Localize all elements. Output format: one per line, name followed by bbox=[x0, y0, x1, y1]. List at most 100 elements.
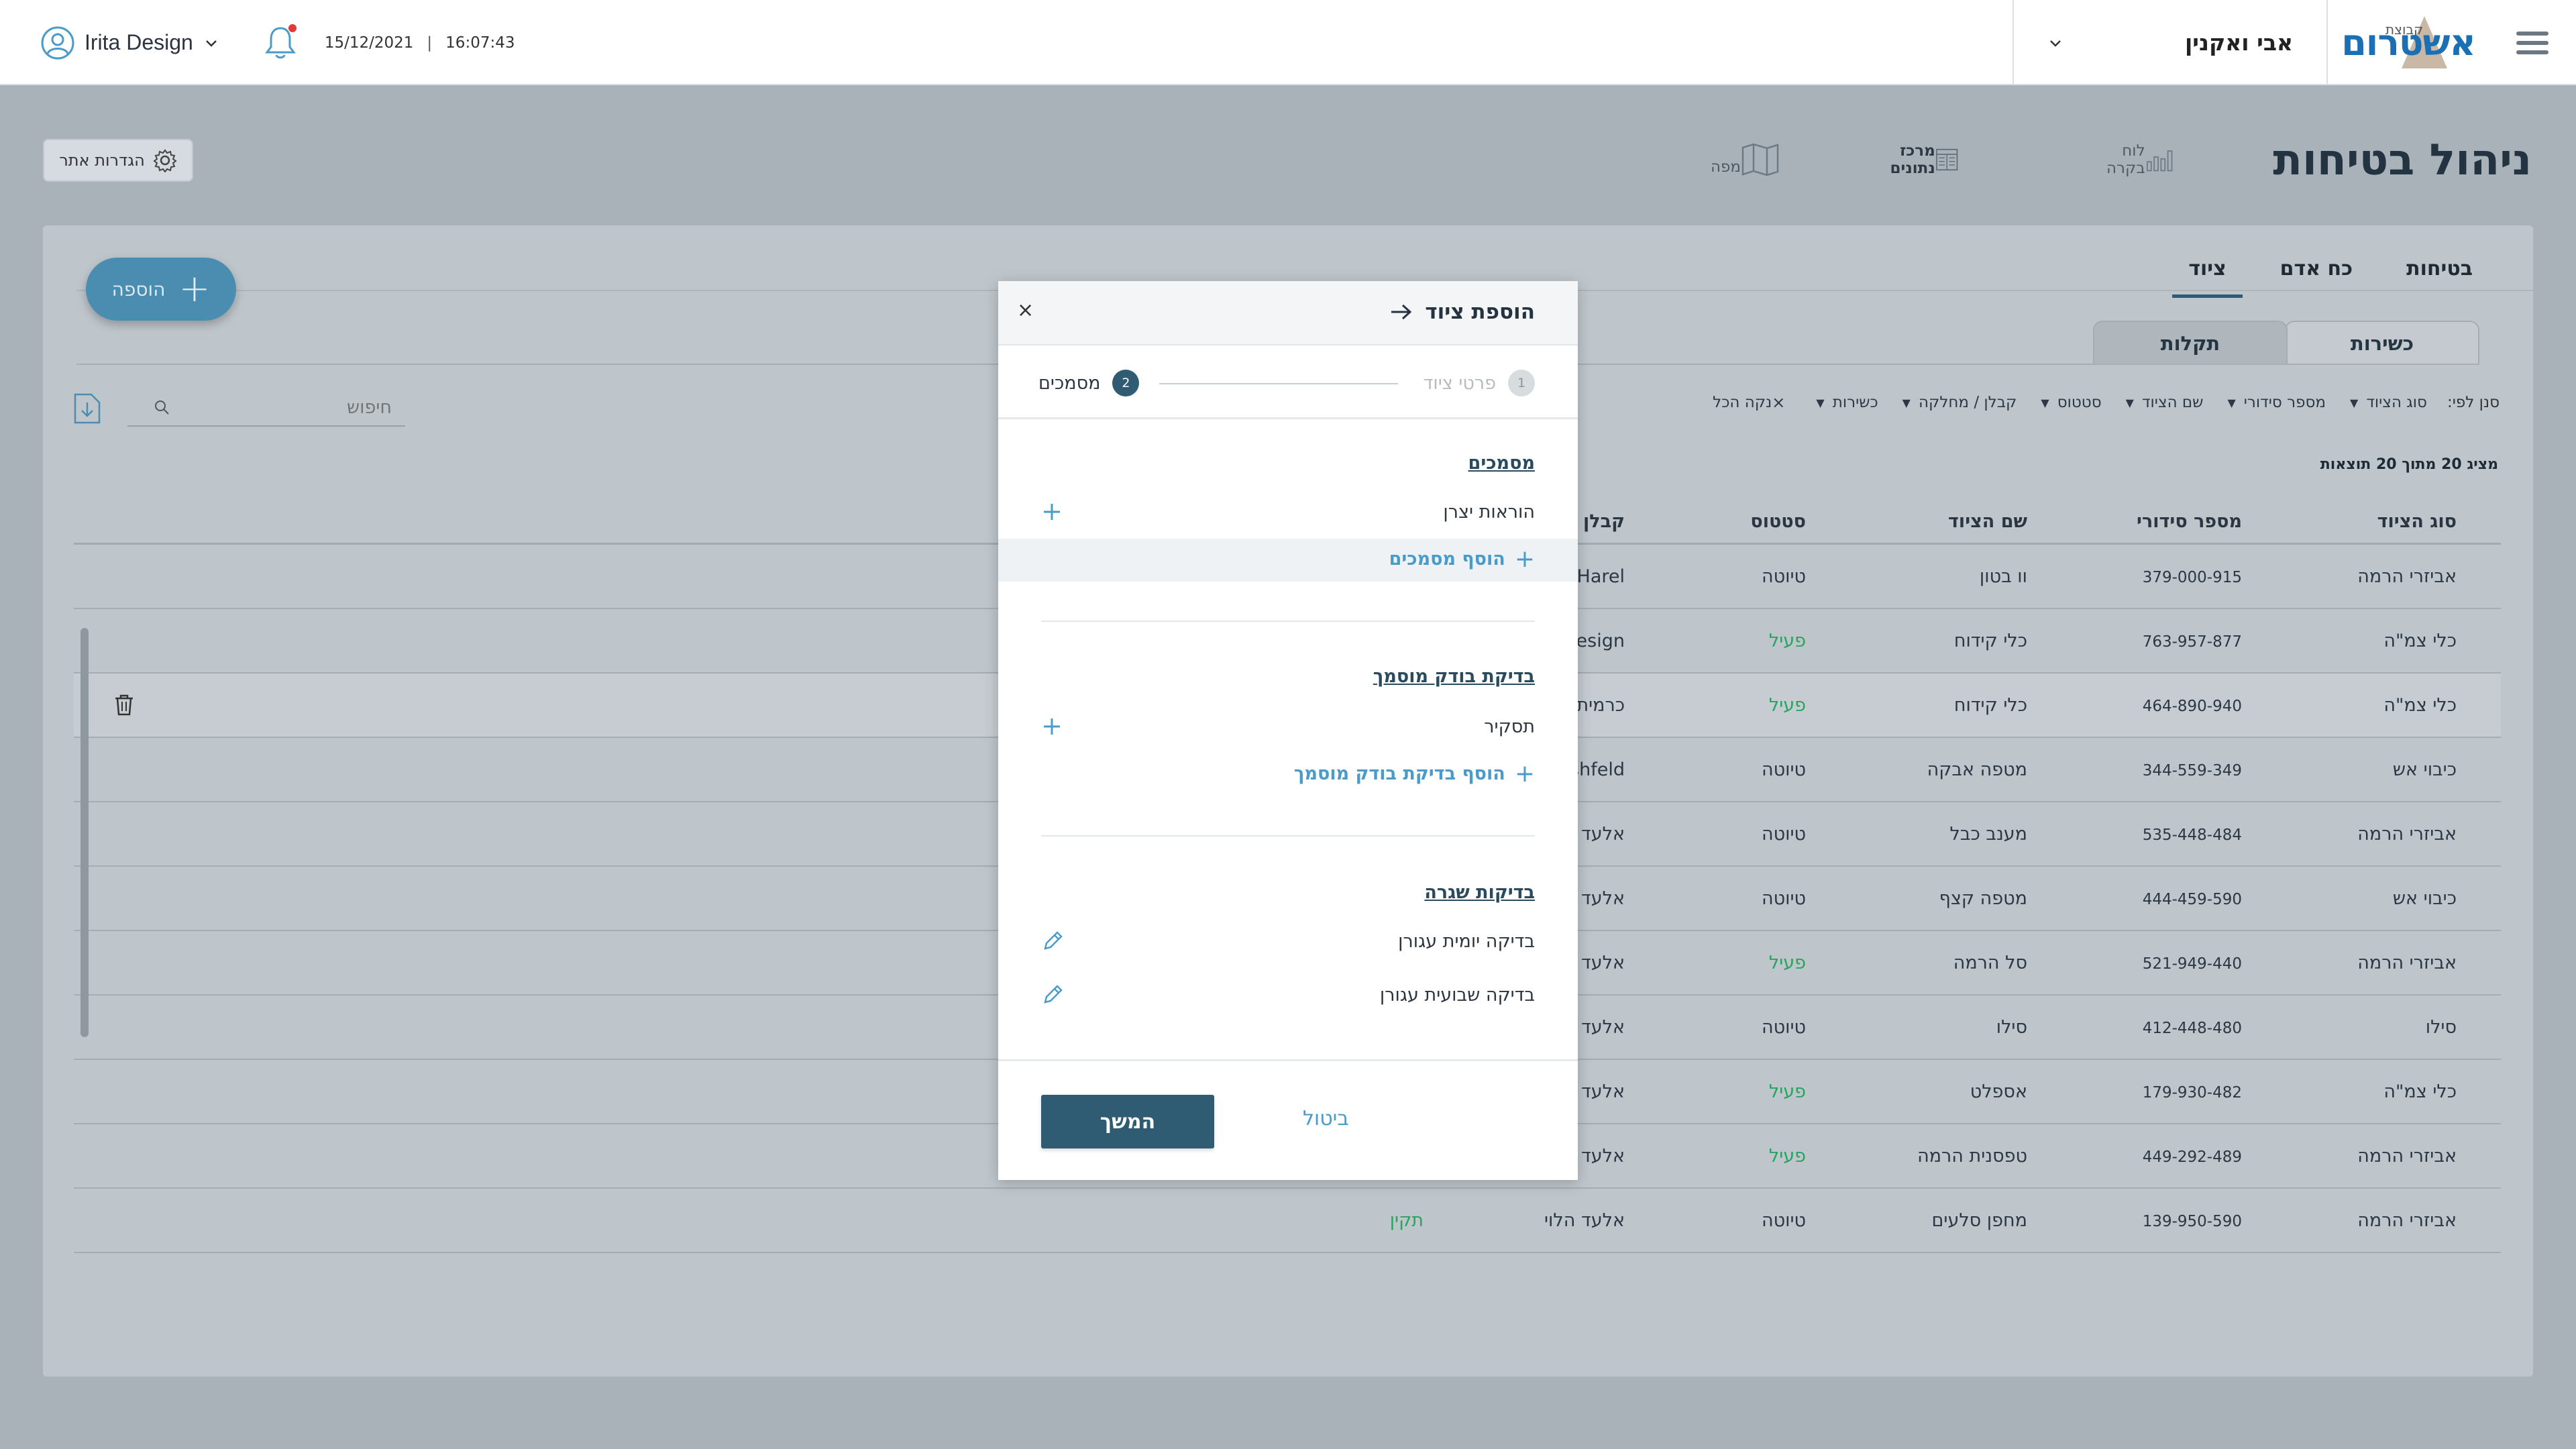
view-dashboard[interactable]: לוח בקרה bbox=[2096, 142, 2180, 177]
cell-status: פעיל bbox=[1768, 695, 1806, 716]
scrollbar[interactable] bbox=[80, 628, 89, 1037]
stepper: 1 פרטי ציוד 2 מסמכים bbox=[998, 345, 1578, 419]
add-equipment-modal: הוספת ציוד × 1 פרטי ציוד 2 מסמכים מסמכים… bbox=[998, 281, 1578, 1180]
cell-equipment-name: כלי קידוח bbox=[1953, 631, 2027, 651]
chevron-down-icon bbox=[2050, 40, 2061, 47]
inspection-name: תסקיר bbox=[1484, 716, 1535, 737]
download-file-icon[interactable] bbox=[72, 392, 102, 425]
add-documents-link[interactable]: + הוסף מסמכים bbox=[1389, 545, 1535, 573]
filter-fitness[interactable]: כשירות ▼ bbox=[1816, 394, 1878, 411]
subtab-faults[interactable]: תקלות bbox=[2093, 321, 2288, 365]
cell-status: טיוטה bbox=[1761, 824, 1806, 845]
filter-item-label: סטטוס bbox=[2057, 394, 2102, 411]
date-time-separator: | bbox=[427, 34, 433, 52]
chevron-down-icon: ▼ bbox=[2227, 396, 2236, 409]
add-button-label: הוספה bbox=[111, 278, 166, 301]
cell-equipment-name: וו בטון bbox=[1979, 566, 2027, 587]
step-equipment-details[interactable]: 1 פרטי ציוד bbox=[1424, 370, 1535, 396]
cell-status: טיוטה bbox=[1761, 888, 1806, 909]
user-name[interactable]: Irita Design bbox=[85, 30, 193, 55]
close-icon[interactable]: × bbox=[1017, 299, 1034, 322]
inspection-row: תסקיר bbox=[1041, 706, 1535, 747]
arrow-right-icon[interactable] bbox=[1390, 303, 1413, 321]
cell-contractor: אלעד bbox=[1580, 1146, 1625, 1167]
cell-equipment-name: כלי קידוח bbox=[1953, 695, 2027, 716]
clear-filters-label: נקה הכל bbox=[1713, 394, 1772, 411]
cell-contractor: Harel bbox=[1576, 566, 1625, 587]
col-serial-number[interactable]: מספר סידורי bbox=[2137, 511, 2242, 532]
search-box bbox=[127, 389, 405, 427]
section-routine-title: בדיקות שגרה bbox=[1424, 882, 1535, 903]
filter-status[interactable]: סטטוס ▼ bbox=[2041, 394, 2101, 411]
cell-equipment-type: סילו bbox=[2425, 1017, 2457, 1038]
view-map[interactable]: מפה bbox=[1711, 142, 1786, 176]
routine-check-row: בדיקה יומית עגורן bbox=[1041, 921, 1535, 961]
site-settings-button[interactable]: הגדרות אתר bbox=[43, 139, 193, 182]
ashtrom-logo: קבוצת אשטרום bbox=[2328, 0, 2489, 85]
cell-equipment-type: כלי צמ"ה bbox=[2383, 631, 2457, 651]
modal-header: הוספת ציוד × bbox=[998, 281, 1578, 345]
filter-serial-number[interactable]: מספר סידורי ▼ bbox=[2227, 394, 2326, 411]
company-name: אבי ואקנין bbox=[2184, 30, 2293, 56]
table-row[interactable]: אביזרי הרמה 139-950-590 מחפן סלעים טיוטה אלע… bbox=[74, 1189, 2501, 1253]
cell-serial-number: 444-459-590 bbox=[2142, 891, 2242, 908]
modal-title: הוספת ציוד bbox=[1390, 300, 1535, 324]
chevron-down-icon[interactable] bbox=[204, 36, 219, 50]
cell-status: טיוטה bbox=[1761, 759, 1806, 780]
cell-equipment-type: אביזרי הרמה bbox=[2357, 953, 2457, 973]
plus-icon[interactable] bbox=[1041, 501, 1063, 523]
user-avatar-icon[interactable] bbox=[40, 25, 75, 60]
sub-tabs: כשירות תקלות bbox=[2093, 321, 2479, 365]
col-equipment-type[interactable]: סוג הציוד bbox=[2377, 511, 2457, 532]
filter-contractor[interactable]: קבלן / מחלקה ▼ bbox=[1902, 394, 2017, 411]
cell-serial-number: 179-930-482 bbox=[2142, 1084, 2242, 1102]
trash-icon[interactable] bbox=[114, 694, 134, 716]
filter-equipment-type[interactable]: סוג הציוד ▼ bbox=[2350, 394, 2427, 411]
logo-text: אשטרום bbox=[2341, 21, 2476, 64]
section-divider bbox=[1041, 621, 1535, 622]
plus-icon: + bbox=[1514, 760, 1535, 788]
cell-equipment-type: כיבוי אש bbox=[2392, 759, 2457, 780]
menu-hamburger-icon[interactable] bbox=[2489, 0, 2576, 85]
site-settings-label: הגדרות אתר bbox=[59, 151, 145, 170]
tab-safety[interactable]: בטיחות bbox=[2406, 241, 2473, 298]
plus-icon[interactable] bbox=[1041, 716, 1063, 737]
cell-serial-number: 412-448-480 bbox=[2142, 1020, 2242, 1037]
tab-manpower[interactable]: כח אדם bbox=[2280, 241, 2353, 298]
pencil-icon[interactable] bbox=[1041, 983, 1064, 1006]
search-input[interactable] bbox=[170, 396, 405, 418]
cell-status: פעיל bbox=[1768, 953, 1806, 973]
cell-contractor: אלעד bbox=[1580, 953, 1625, 973]
modal-footer: המשך ביטול bbox=[998, 1059, 1578, 1180]
view-data-center-label: מרכז נתונים bbox=[1890, 142, 1935, 177]
subtab-fitness[interactable]: כשירות bbox=[2285, 321, 2479, 365]
top-bar: Irita Design 15/12/2021 | 16:07:43 אבי ו… bbox=[0, 0, 2576, 85]
step-number: 1 bbox=[1508, 370, 1535, 396]
cell-equipment-type: אביזרי הרמה bbox=[2357, 1146, 2457, 1167]
add-inspection-label: הוסף בדיקת בודק מוסמך bbox=[1293, 763, 1505, 784]
view-data-center[interactable]: מרכז נתונים bbox=[1878, 142, 1965, 177]
cell-status: טיוטה bbox=[1761, 1017, 1806, 1038]
table-icon bbox=[1935, 148, 1958, 171]
add-button[interactable]: + הוספה bbox=[86, 258, 236, 321]
cell-serial-number: 379-000-915 bbox=[2142, 569, 2242, 586]
col-status[interactable]: סטטוס bbox=[1750, 511, 1806, 532]
step-documents[interactable]: 2 מסמכים bbox=[1038, 370, 1140, 396]
pencil-icon[interactable] bbox=[1041, 930, 1064, 953]
current-time: 16:07:43 bbox=[445, 34, 515, 52]
cell-equipment-type: אביזרי הרמה bbox=[2357, 566, 2457, 587]
cancel-button[interactable]: ביטול bbox=[1303, 1107, 1349, 1130]
step-label: פרטי ציוד bbox=[1423, 372, 1496, 394]
cell-equipment-type: כלי צמ"ה bbox=[2383, 1081, 2457, 1102]
continue-button[interactable]: המשך bbox=[1041, 1095, 1214, 1148]
cell-status: פעיל bbox=[1768, 1146, 1806, 1167]
notifications-bell-icon[interactable] bbox=[263, 23, 298, 62]
chevron-down-icon: ▼ bbox=[2041, 396, 2049, 409]
routine-check-name: בדיקה יומית עגורן bbox=[1398, 930, 1535, 952]
company-select[interactable]: אבי ואקנין bbox=[2012, 0, 2328, 85]
tab-equipment[interactable]: ציוד bbox=[2172, 241, 2243, 298]
clear-filters-button[interactable]: × נקה הכל bbox=[1713, 393, 1792, 412]
col-equipment-name[interactable]: שם הציוד bbox=[1948, 511, 2027, 532]
filter-equipment-name[interactable]: שם הציוד ▼ bbox=[2126, 394, 2204, 411]
add-inspection-link[interactable]: + הוסף בדיקת בודק מוסמך bbox=[1294, 760, 1535, 788]
